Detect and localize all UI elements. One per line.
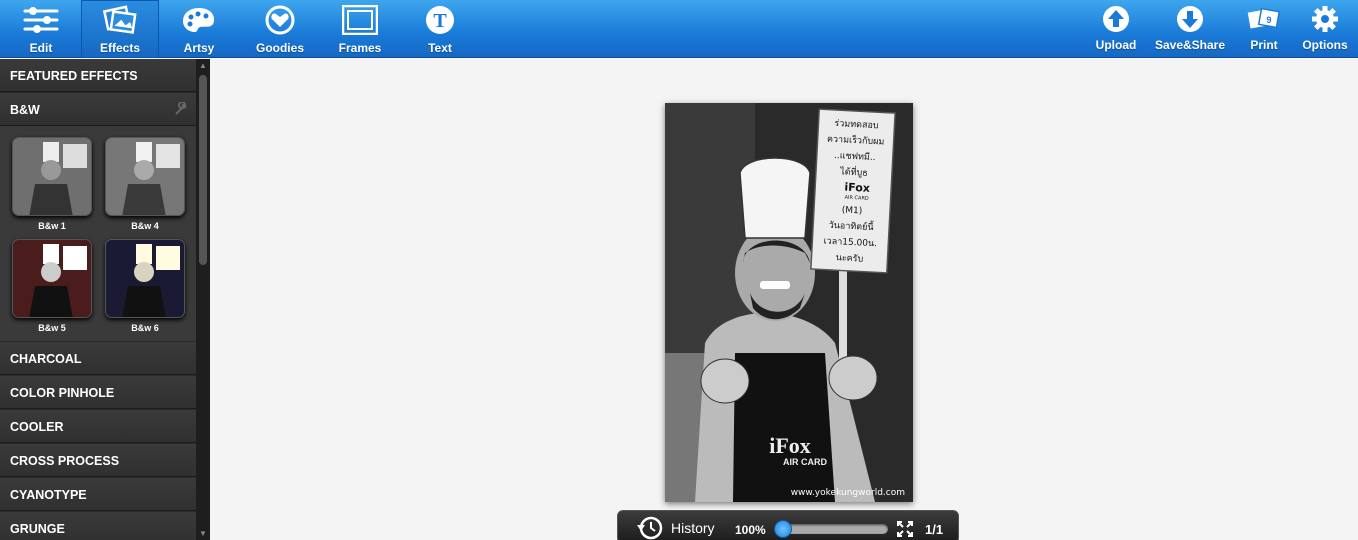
photos-icon xyxy=(102,5,137,34)
sliders-icon xyxy=(23,7,59,33)
thumb-label: B&w 5 xyxy=(38,323,66,333)
category-label: GRUNGE xyxy=(10,522,65,536)
category-label: CYANOTYPE xyxy=(10,488,87,502)
frame-icon xyxy=(342,5,378,35)
photo-image: ร่วมทดสอบ ความเร็วกับผม ..แชฟทมี.. ได้ที… xyxy=(665,103,913,502)
bw-effects-panel: B&w 1 B&w 4 B&w 5 B&w 6 xyxy=(0,126,196,341)
zoom-slider-knob[interactable] xyxy=(774,520,792,538)
edit-label: Edit xyxy=(29,41,53,55)
svg-text:9: 9 xyxy=(1266,15,1271,25)
save-share-label: Save&Share xyxy=(1154,38,1226,52)
category-label: CROSS PROCESS xyxy=(10,454,120,468)
sign-line: (M1) xyxy=(841,205,862,216)
upload-button[interactable]: Upload xyxy=(1077,0,1155,58)
category-label: FEATURED EFFECTS xyxy=(10,69,138,83)
sign-line: นะครับ xyxy=(835,253,863,264)
upload-icon xyxy=(1103,6,1129,32)
save-share-button[interactable]: Save&Share xyxy=(1150,0,1230,58)
category-label: COOLER xyxy=(10,420,64,434)
fit-expand-icon[interactable] xyxy=(896,520,914,538)
sign-line: iFox xyxy=(844,181,870,195)
page-indicator: 1/1 xyxy=(925,522,944,537)
category-bw[interactable]: B&W xyxy=(0,93,196,126)
photo-watermark: www.yokekungworld.com xyxy=(790,488,905,498)
svg-text:T: T xyxy=(433,10,447,32)
edit-tool-button[interactable]: Edit xyxy=(2,0,80,58)
effects-sidebar: FEATURED EFFECTS B&W B&w 1 B&w 4 B&w 5 B… xyxy=(0,59,210,540)
thumb-label: B&w 4 xyxy=(131,221,159,231)
frames-label: Frames xyxy=(338,41,382,55)
text-tool-button[interactable]: T Text xyxy=(401,0,479,58)
scrollbar-thumb[interactable] xyxy=(199,75,207,265)
history-button[interactable]: History xyxy=(671,520,715,536)
edited-photo[interactable]: ร่วมทดสอบ ความเร็วกับผม ..แชฟทมี.. ได้ที… xyxy=(665,103,913,502)
thumb-preview xyxy=(106,240,184,317)
zoom-slider[interactable] xyxy=(774,520,888,538)
effects-label: Effects xyxy=(99,41,140,55)
artsy-label: Artsy xyxy=(183,41,215,55)
thumb-label: B&w 1 xyxy=(38,221,66,231)
category-label: CHARCOAL xyxy=(10,352,82,366)
category-cross-process[interactable]: CROSS PROCESS xyxy=(0,444,196,477)
history-bar: History 100% 1/1 xyxy=(617,510,959,540)
category-charcoal[interactable]: CHARCOAL xyxy=(0,342,196,375)
thumb-preview xyxy=(13,240,91,317)
gear-icon xyxy=(1312,6,1338,32)
heart-circle-icon xyxy=(265,5,295,35)
category-cyanotype[interactable]: CYANOTYPE xyxy=(0,478,196,511)
effect-thumb-bw1[interactable] xyxy=(12,137,92,216)
download-icon xyxy=(1177,6,1203,32)
category-color-pinhole[interactable]: COLOR PINHOLE xyxy=(0,376,196,409)
sign-line: ..แชฟทมี.. xyxy=(834,150,876,163)
category-cooler[interactable]: COOLER xyxy=(0,410,196,443)
category-featured-effects[interactable]: FEATURED EFFECTS xyxy=(0,59,196,92)
goodies-label: Goodies xyxy=(255,41,304,55)
wrench-icon[interactable] xyxy=(174,102,188,116)
category-label: B&W xyxy=(10,103,40,117)
text-t-icon: T xyxy=(426,6,454,34)
top-toolbar: Edit Effects Artsy Goodies Frames T Text… xyxy=(0,0,1358,58)
effect-thumb-bw5[interactable] xyxy=(12,239,92,318)
frames-tool-button[interactable]: Frames xyxy=(321,0,399,58)
zoom-level: 100% xyxy=(735,523,766,537)
sidebar-scrollbar[interactable]: ▲ ▼ xyxy=(196,59,210,540)
effect-thumb-bw4[interactable] xyxy=(105,137,185,216)
sign-line: AIR CARD xyxy=(844,195,869,202)
effect-thumb-bw6[interactable] xyxy=(105,239,185,318)
history-icon[interactable] xyxy=(636,515,664,540)
category-label: COLOR PINHOLE xyxy=(10,386,115,400)
apron-subbrand: AIR CARD xyxy=(783,457,827,467)
thumb-preview xyxy=(13,138,91,215)
artsy-tool-button[interactable]: Artsy xyxy=(160,0,238,58)
thumb-label: B&w 6 xyxy=(131,323,159,333)
options-button[interactable]: Options xyxy=(1286,0,1358,58)
upload-label: Upload xyxy=(1095,38,1137,52)
thumb-preview xyxy=(106,138,184,215)
palette-icon xyxy=(183,8,215,32)
scroll-up-arrow-icon[interactable]: ▲ xyxy=(199,61,207,70)
scroll-down-arrow-icon[interactable]: ▼ xyxy=(199,529,207,538)
effects-tool-button[interactable]: Effects xyxy=(81,0,159,58)
print-icon: 9 xyxy=(1247,7,1281,29)
options-label: Options xyxy=(1302,38,1348,52)
apron-brand: iFox xyxy=(769,433,811,458)
goodies-tool-button[interactable]: Goodies xyxy=(241,0,319,58)
category-grunge[interactable]: GRUNGE xyxy=(0,512,196,540)
text-label: Text xyxy=(428,41,452,55)
